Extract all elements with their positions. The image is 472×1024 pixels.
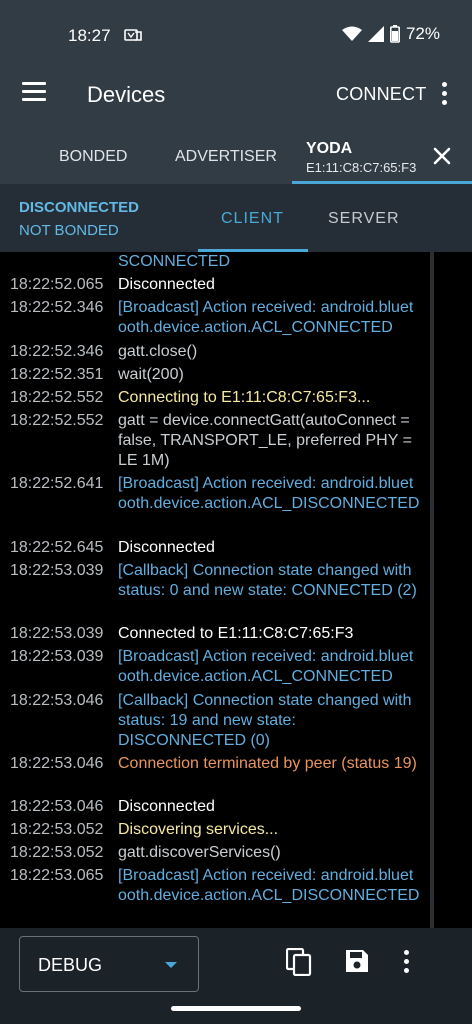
home-gesture-bar[interactable] [171,1006,301,1011]
battery-percent: 72% [405,24,440,43]
log-level-value: DEBUG [38,955,103,975]
app-bar: Devices CONNECT [0,60,472,128]
connection-bar: DISCONNECTED NOT BONDED CLIENT SERVER [0,184,472,252]
log-message: Connected to E1:11:C8:C7:65:F3 [118,625,354,642]
log-time: 18:22:53.046 [10,755,104,772]
navigation-bar [0,994,472,1024]
tab-bonded[interactable]: BONDED [59,148,127,166]
signal-icon [367,26,384,42]
more-options-icon[interactable] [404,950,410,974]
log-time: 18:22:52.065 [10,276,104,293]
log-time: 18:22:53.039 [10,648,104,665]
log-message: Disconnected [118,539,215,556]
device-name: YODA [306,140,353,157]
notification-icon [124,29,142,41]
connection-state: DISCONNECTED [19,199,140,216]
log-message: gatt.discoverServices() [118,844,281,861]
log-time: 18:22:52.346 [10,343,104,360]
copy-icon[interactable] [286,948,312,976]
log-message: SCONNECTED [118,253,231,270]
tab-server[interactable]: SERVER [328,210,400,228]
log-message: Connection terminated by peer (status 19… [118,755,417,772]
log-time: 18:22:53.065 [10,867,104,884]
log-time: 18:22:52.641 [10,475,104,492]
battery-icon [389,25,400,43]
page-title: Devices [87,82,166,107]
log-time: 18:22:53.039 [10,625,104,642]
bond-state: NOT BONDED [19,222,119,239]
log-scrollbar[interactable] [430,252,434,928]
log-time: 18:22:52.645 [10,539,104,556]
status-time: 18:27 [68,26,111,45]
device-tabs: BONDED ADVERTISER YODA E1:11:C8:C7:65:F3 [0,128,472,184]
close-icon[interactable] [430,144,454,168]
log-message: [Callback] Connection state changed with… [118,692,412,749]
log-message: wait(200) [118,366,184,383]
save-icon[interactable] [344,948,370,974]
log-time: 18:22:52.552 [10,389,104,406]
log-message: Connecting to E1:11:C8:C7:65:F3... [118,389,371,406]
log-message: [Callback] Connection state changed with… [118,562,417,599]
dropdown-arrow-icon [165,962,177,968]
log-message: Discovering services... [118,821,279,838]
log-time: 18:22:52.552 [10,412,104,429]
connect-button[interactable]: CONNECT [336,84,426,105]
menu-icon[interactable] [22,82,46,106]
tab-advertiser[interactable]: ADVERTISER [175,148,277,166]
log-message: gatt.close() [118,343,198,360]
log-time: 18:22:53.052 [10,844,104,861]
log-time: 18:22:53.039 [10,562,104,579]
log-message: [Broadcast] Action received: android.blu… [118,299,414,336]
log-message: [Broadcast] Action received: android.blu… [118,475,420,512]
log-message: Disconnected [118,798,215,815]
status-bar: 18:27 72% [0,0,472,60]
log-list[interactable]: SCONNECTED 18:22:52.065 Disconnected 18:… [0,252,432,928]
tab-client[interactable]: CLIENT [221,210,284,228]
tab-device[interactable]: YODA E1:11:C8:C7:65:F3 [306,140,416,175]
device-mac: E1:11:C8:C7:65:F3 [306,160,417,175]
log-message: Disconnected [118,276,215,293]
log-time: 18:22:53.046 [10,692,104,709]
log-message: [Broadcast] Action received: android.blu… [118,648,414,685]
log-time: 18:22:52.351 [10,366,104,383]
wifi-icon [341,26,362,41]
log-time: 18:22:53.052 [10,821,104,838]
log-time: 18:22:52.346 [10,299,104,316]
log-message: [Broadcast] Action received: android.blu… [118,867,420,904]
overflow-menu-icon[interactable] [442,82,448,106]
bottom-bar: DEBUG [0,928,472,994]
log-level-dropdown[interactable]: DEBUG [19,936,199,992]
log-message: gatt = device.connectGatt(autoConnect = … [118,412,412,469]
log-time: 18:22:53.046 [10,798,104,815]
status-indicators: 72% [341,24,440,44]
